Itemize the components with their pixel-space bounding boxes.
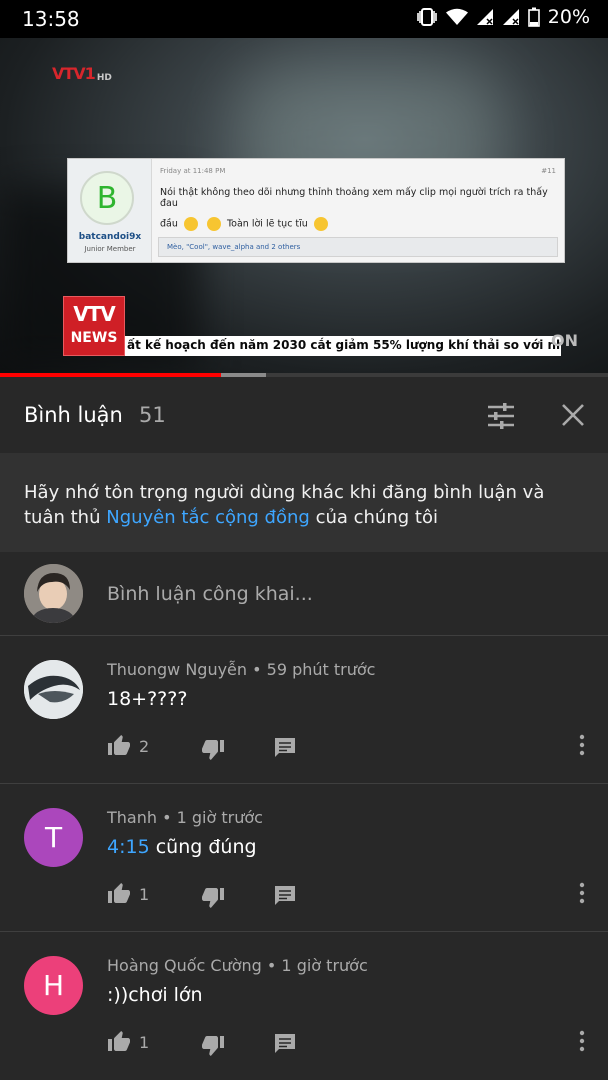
thumbs-down-icon[interactable] (201, 737, 225, 761)
thumbs-up-icon[interactable] (107, 1029, 131, 1053)
wifi-icon (445, 8, 468, 26)
reply-icon[interactable] (273, 735, 297, 759)
like-count: 2 (139, 737, 150, 756)
comment-meta: Thuongw Nguyễn • 59 phút trước (107, 660, 376, 679)
like-count: 1 (139, 1033, 150, 1052)
news-logo: VTV NEWS (63, 296, 125, 356)
forum-user-role: Junior Member (84, 245, 136, 253)
forum-post-date: Friday at 11:48 PM (160, 167, 226, 175)
close-icon[interactable] (560, 402, 586, 428)
emoji-icon (183, 217, 198, 231)
more-options-icon[interactable] (570, 881, 594, 905)
comment-item: Thuongw Nguyễn • 59 phút trước 18+???? 2 (0, 636, 608, 784)
comment-text: :))chơi lớn (107, 984, 203, 1006)
comment-input[interactable]: Bình luận công khai... (107, 583, 313, 605)
sort-icon[interactable] (486, 401, 516, 431)
emoji-icon (313, 217, 328, 231)
forum-avatar: B (80, 171, 134, 225)
comment-item: T Thanh • 1 giờ trước 4:15 cũng đúng 1 (0, 784, 608, 932)
thumbs-down-icon[interactable] (201, 1033, 225, 1057)
comment-timestamp-link[interactable]: 4:15 (107, 836, 150, 858)
status-bar: 13:58 20% (0, 0, 608, 38)
thumbs-down-icon[interactable] (201, 885, 225, 909)
comment-time: 1 giờ trước (176, 808, 263, 827)
channel-watermark: ON (551, 331, 578, 350)
community-guidelines-link[interactable]: Nguyên tắc cộng đồng (106, 507, 310, 528)
more-options-icon[interactable] (570, 733, 594, 757)
battery-percent: 20% (547, 6, 590, 28)
reply-icon[interactable] (273, 1031, 297, 1055)
comment-avatar[interactable]: T (24, 808, 83, 867)
forum-username: batcandoi9x (78, 232, 142, 242)
vibrate-icon (416, 7, 438, 27)
forum-post-text-line1: Nói thật không theo dõi nhưng thỉnh thoả… (160, 187, 548, 209)
reply-icon[interactable] (273, 883, 297, 907)
signal-icon (476, 8, 494, 26)
current-user-avatar (24, 564, 83, 623)
comment-item: H Hoàng Quốc Cường • 1 giờ trước :))chơi… (0, 932, 608, 1080)
forum-likes-bar: Mèo, "Cool", wave_alpha and 2 others (158, 237, 558, 257)
comment-author[interactable]: Thuongw Nguyễn (107, 660, 247, 679)
channel-logo: VTV1 HD (52, 64, 112, 83)
comment-time: 1 giờ trước (281, 956, 368, 975)
comment-text: 18+???? (107, 688, 188, 710)
battery-icon (527, 7, 540, 27)
comments-count: 51 (139, 403, 166, 427)
comment-author[interactable]: Thanh (107, 808, 157, 827)
forum-post-number: #11 (541, 167, 556, 175)
like-count: 1 (139, 885, 150, 904)
comments-header: Bình luận 51 (0, 377, 608, 453)
signal-icon (502, 8, 520, 26)
forum-post-screenshot: B batcandoi9x Junior Member Friday at 11… (67, 158, 565, 263)
comment-time: 59 phút trước (266, 660, 376, 679)
comment-meta: Thanh • 1 giờ trước (107, 808, 263, 827)
thumbs-up-icon[interactable] (107, 881, 131, 905)
comment-text: 4:15 cũng đúng (107, 836, 257, 858)
thumbs-up-icon[interactable] (107, 733, 131, 757)
comment-author[interactable]: Hoàng Quốc Cường (107, 956, 262, 975)
news-ticker: ất kế hoạch đến năm 2030 cắt giảm 55% lư… (125, 336, 561, 356)
community-guidelines-notice: Hãy nhớ tôn trọng người dùng khác khi đă… (0, 453, 608, 552)
comment-meta: Hoàng Quốc Cường • 1 giờ trước (107, 956, 368, 975)
comment-compose[interactable]: Bình luận công khai... (0, 552, 608, 636)
comment-avatar[interactable]: H (24, 956, 83, 1015)
more-options-icon[interactable] (570, 1029, 594, 1053)
comments-title: Bình luận (24, 403, 123, 427)
forum-user-panel: B batcandoi9x Junior Member (68, 159, 152, 262)
video-player[interactable]: VTV1 HD B batcandoi9x Junior Member Frid… (0, 38, 608, 376)
status-time: 13:58 (22, 7, 80, 31)
comment-avatar[interactable] (24, 660, 83, 719)
forum-post-text-line2: đầu Toàn lời lẽ tục tĩu (160, 217, 331, 231)
emoji-icon (206, 217, 221, 231)
status-icons: 20% (416, 6, 590, 28)
